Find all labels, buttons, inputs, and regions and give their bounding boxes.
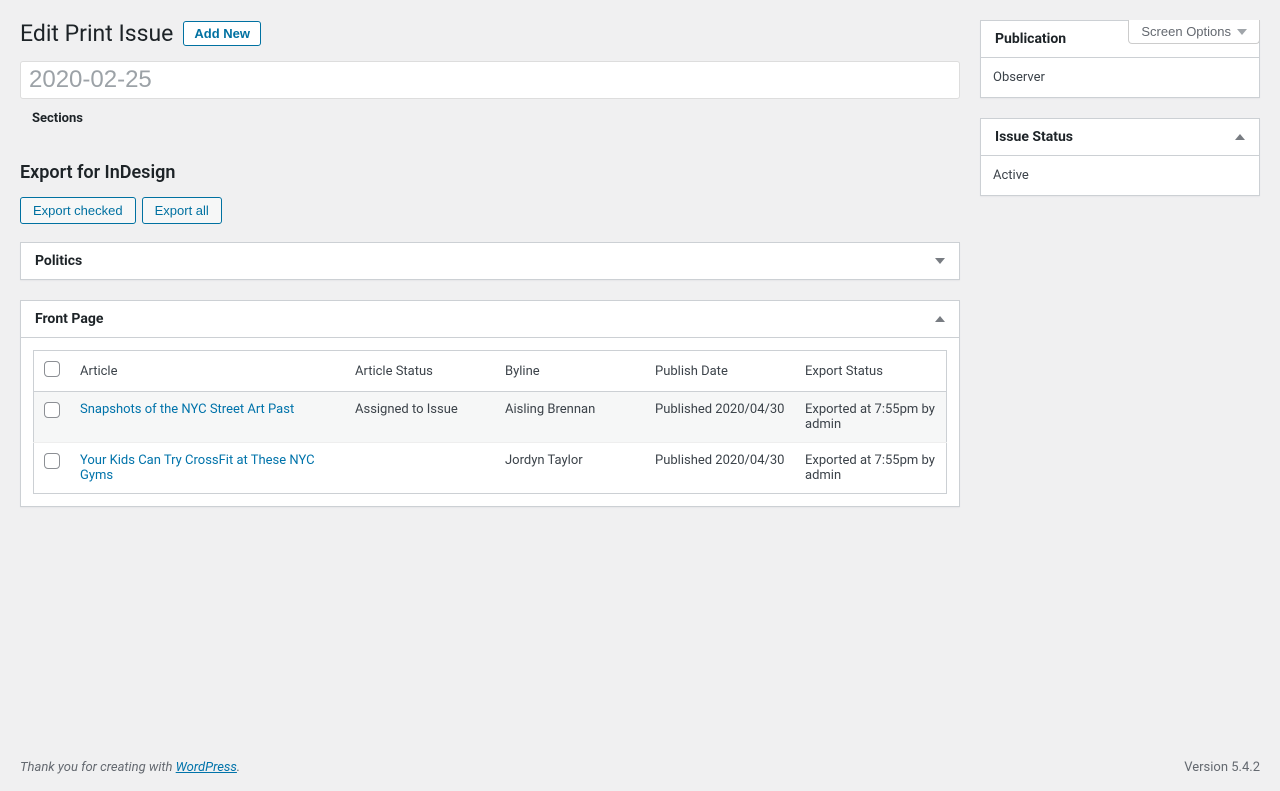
frontpage-section-header[interactable]: Front Page (21, 301, 959, 338)
row-checkbox[interactable] (44, 453, 60, 469)
frontpage-section-panel: Front Page Article Article Status Byline… (20, 300, 960, 507)
publication-value: Observer (981, 58, 1259, 97)
footer-version: Version 5.4.2 (1184, 760, 1260, 775)
issue-status-value: Active (981, 156, 1259, 195)
export-heading: Export for InDesign (20, 162, 960, 183)
cell-date: Published 2020/04/30 (645, 443, 795, 494)
publication-panel-title: Publication (995, 31, 1066, 47)
chevron-down-icon (935, 258, 945, 264)
article-table: Article Article Status Byline Publish Da… (33, 350, 947, 494)
footer-period: . (237, 760, 240, 775)
chevron-up-icon (1235, 134, 1245, 140)
frontpage-section-title: Front Page (35, 311, 103, 327)
table-row: Snapshots of the NYC Street Art Past Ass… (34, 392, 947, 443)
export-checked-button[interactable]: Export checked (20, 197, 136, 224)
article-link[interactable]: Your Kids Can Try CrossFit at These NYC … (80, 453, 315, 483)
politics-section-header[interactable]: Politics (21, 243, 959, 279)
page-title: Edit Print Issue (20, 20, 173, 47)
chevron-up-icon (935, 316, 945, 322)
col-header-article: Article (70, 351, 345, 392)
cell-status: Assigned to Issue (345, 392, 495, 443)
cell-export: Exported at 7:55pm by admin (795, 443, 947, 494)
article-link[interactable]: Snapshots of the NYC Street Art Past (80, 402, 294, 417)
footer-thanks-prefix: Thank you for creating with (20, 760, 176, 775)
sections-label: Sections (32, 111, 960, 126)
cell-byline: Jordyn Taylor (495, 443, 645, 494)
col-header-export: Export Status (795, 351, 947, 392)
issue-title-input[interactable] (20, 61, 960, 99)
col-header-status: Article Status (345, 351, 495, 392)
cell-byline: Aisling Brennan (495, 392, 645, 443)
col-header-byline: Byline (495, 351, 645, 392)
politics-section-panel: Politics (20, 242, 960, 280)
wordpress-link[interactable]: WordPress (176, 760, 237, 775)
cell-status (345, 443, 495, 494)
issue-status-panel: Issue Status Active (980, 118, 1260, 196)
cell-date: Published 2020/04/30 (645, 392, 795, 443)
issue-status-panel-title: Issue Status (995, 129, 1073, 145)
issue-status-panel-header[interactable]: Issue Status (981, 119, 1259, 156)
screen-options-button[interactable]: Screen Options (1128, 20, 1260, 44)
table-row: Your Kids Can Try CrossFit at These NYC … (34, 443, 947, 494)
politics-section-title: Politics (35, 253, 82, 269)
cell-export: Exported at 7:55pm by admin (795, 392, 947, 443)
screen-options-label: Screen Options (1141, 24, 1231, 39)
row-checkbox[interactable] (44, 402, 60, 418)
select-all-checkbox[interactable] (44, 361, 60, 377)
export-all-button[interactable]: Export all (142, 197, 222, 224)
add-new-button[interactable]: Add New (183, 21, 261, 46)
col-header-date: Publish Date (645, 351, 795, 392)
chevron-down-icon (1237, 29, 1247, 35)
